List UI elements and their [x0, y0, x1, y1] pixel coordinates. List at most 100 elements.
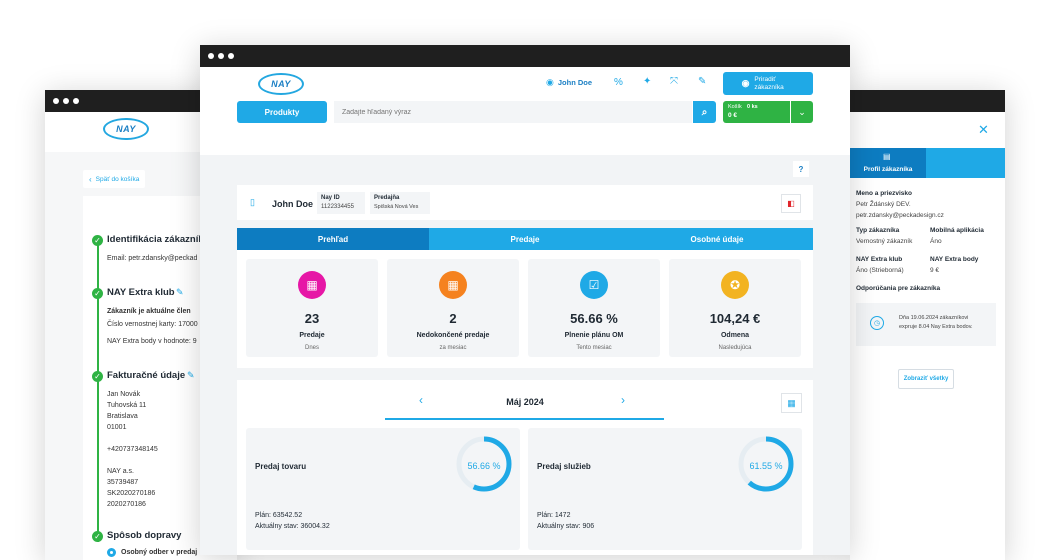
- user-menu[interactable]: ◉ John Doe: [546, 77, 592, 88]
- sales-percent: 56.66 %: [467, 461, 501, 471]
- extra-points-value: NAY Extra body v hodnote: 9: [107, 338, 197, 345]
- stat-card-sales: ▦ 23 Predaje Dnes: [246, 259, 378, 357]
- window-titlebar: [850, 90, 1005, 112]
- check-icon: ✓: [92, 235, 103, 246]
- shipping-radio[interactable]: [107, 548, 116, 557]
- chevron-right-icon[interactable]: ›: [621, 393, 625, 407]
- search-input[interactable]: [334, 101, 692, 123]
- billing-line: Jan Novák: [107, 391, 141, 398]
- customer-email: Email: petr.zdansky@peckad: [107, 255, 198, 262]
- customer-type: Vernostný zákazník: [856, 238, 913, 245]
- stat-sub: Tento mesiac: [576, 345, 612, 351]
- stat-label: Odmena: [720, 332, 749, 339]
- stat-value: 23: [304, 311, 320, 326]
- section-shipping-title: Spôsob dopravy: [107, 530, 182, 541]
- help-button[interactable]: ?: [793, 161, 809, 177]
- window-dot: [73, 98, 79, 104]
- sales-title: Predaj služieb: [537, 462, 591, 471]
- billing-line: Tuhovská 11: [107, 402, 147, 409]
- nay-logo[interactable]: NAY: [103, 118, 149, 140]
- cart-button[interactable]: Košík 0 ks 0 €: [723, 101, 790, 123]
- tab-overview[interactable]: Prehľad: [237, 228, 429, 250]
- products-button[interactable]: Produkty: [237, 101, 327, 123]
- window-dot: [218, 53, 224, 59]
- cart-label: Košík: [728, 104, 742, 110]
- store-value: Spišská Nová Ves: [374, 204, 419, 210]
- lightbulb-icon[interactable]: ✦: [643, 76, 651, 87]
- window-dot: [63, 98, 69, 104]
- sales-plan: Plán: 63542.52: [255, 512, 303, 519]
- stat-card-reward: ✪ 104,24 € Odmena Nasledujúca: [669, 259, 801, 357]
- type-label: Typ zákazníka: [856, 227, 900, 234]
- percent-icon[interactable]: %: [614, 77, 623, 88]
- cart-count: 0 ks: [747, 104, 758, 110]
- recommendation-text: expruje 8.04 Nay Extra bodov.: [899, 324, 973, 330]
- dashboard-window: NAY ◉ John Doe % ✦ ⤧ ✎ ◉ Priradiť zákazn…: [200, 45, 850, 555]
- club-label: NAY Extra klub: [856, 256, 903, 263]
- customer-name: John Doe: [272, 199, 314, 209]
- nay-id-label: Nay ID: [321, 195, 340, 201]
- calendar-icon[interactable]: ▦: [781, 393, 802, 413]
- pencil-icon[interactable]: ✎: [176, 287, 184, 298]
- logout-icon[interactable]: ◧: [781, 194, 801, 213]
- pencil-icon[interactable]: ✎: [187, 370, 195, 381]
- month-underline: [385, 418, 664, 420]
- dashboard-body: NAY ◉ John Doe % ✦ ⤧ ✎ ◉ Priradiť zákazn…: [200, 67, 850, 555]
- sales-percent: 61.55 %: [749, 461, 783, 471]
- month-label: Máj 2024: [506, 397, 544, 407]
- show-all-button[interactable]: Zobraziť všetky: [898, 369, 954, 389]
- clock-icon: ◷: [870, 316, 884, 330]
- sales-services-card: Predaj služieb 61.55 % Plán: 1472 Aktuál…: [528, 428, 802, 550]
- tab-profile[interactable]: ▤ Profil zákazníka: [850, 148, 926, 178]
- section-billing-title: Fakturačné údaje: [107, 370, 186, 381]
- stat-card-unfinished: ▦ 2 Nedokončené predaje za mesiac: [387, 259, 519, 357]
- store-label: Predajňa: [374, 195, 400, 201]
- points-label: NAY Extra body: [930, 256, 979, 263]
- profile-icon: ▤: [883, 152, 891, 161]
- customer-email: petr.zdansky@peckadesign.cz: [856, 212, 944, 219]
- nay-logo[interactable]: NAY: [258, 73, 304, 95]
- sales-goods-card: Predaj tovaru 56.66 % Plán: 63542.52 Akt…: [246, 428, 520, 550]
- billing-line: 01001: [107, 424, 127, 431]
- app-value: Áno: [930, 238, 942, 245]
- timeline-line: [97, 242, 99, 542]
- billing-line: SK2020270186: [107, 490, 156, 497]
- close-icon[interactable]: ✕: [978, 122, 989, 138]
- recommendation-text: Dňa 19.06.2024 zákazníkovi: [899, 315, 969, 321]
- tab-sales[interactable]: Predaje: [429, 228, 621, 250]
- calendar-icon: ▦: [439, 271, 467, 299]
- assign-customer-button[interactable]: ◉ Priradiť zákazníka: [723, 72, 813, 95]
- search-icon[interactable]: ⌕: [693, 101, 716, 123]
- wrench-icon[interactable]: ✎: [698, 76, 706, 87]
- assign-customer-label: Priradiť zákazníka: [754, 75, 784, 91]
- stat-label: Plnenie plánu OM: [564, 332, 624, 339]
- user-icon: ◉: [546, 77, 554, 87]
- stat-sub: Nasledujúca: [718, 345, 752, 351]
- name-label: Meno a priezvisko: [856, 190, 912, 197]
- sales-current: Aktuálny stav: 906: [537, 523, 595, 530]
- cart-price: 0 €: [728, 112, 738, 119]
- stat-label: Nedokončené predaje: [416, 332, 490, 339]
- tab-personal[interactable]: Osobné údaje: [621, 228, 813, 250]
- club-value: Áno (Strieborná): [856, 267, 904, 274]
- chevron-left-icon: ‹: [89, 174, 92, 184]
- back-to-cart-label: Späť do košíka: [95, 175, 140, 183]
- back-to-cart-link[interactable]: ‹ Späť do košíka: [83, 170, 146, 188]
- award-icon: ✪: [721, 271, 749, 299]
- expand-icon[interactable]: ⤧: [670, 76, 678, 87]
- section-identification-title: Identifikácia zákazník: [107, 234, 204, 245]
- billing-line: Bratislava: [107, 413, 138, 420]
- chevron-down-icon[interactable]: ⌄: [791, 101, 813, 123]
- store-box: Predajňa Spišská Nová Ves: [370, 192, 430, 214]
- profile-window: ✕ ▤ Profil zákazníka Meno a priezvisko P…: [850, 90, 1005, 560]
- check-icon: ✓: [92, 371, 103, 382]
- club-membership-text: Zákazník je aktuálne člen: [107, 308, 191, 315]
- recommendations-label: Odporúčania pre zákazníka: [856, 285, 941, 292]
- calendar-icon: ▦: [298, 271, 326, 299]
- sales-current: Aktuálny stav: 36004.32: [255, 523, 330, 530]
- customer-info-bar: ▯ John Doe Nay ID 1122334455 Predajňa Sp…: [237, 185, 813, 220]
- stat-sub: za mesiac: [439, 345, 467, 351]
- shipping-option-label: Osobný odber v predaj: [121, 549, 198, 556]
- nay-id-box: Nay ID 1122334455: [317, 192, 365, 214]
- chevron-left-icon[interactable]: ‹: [419, 393, 423, 407]
